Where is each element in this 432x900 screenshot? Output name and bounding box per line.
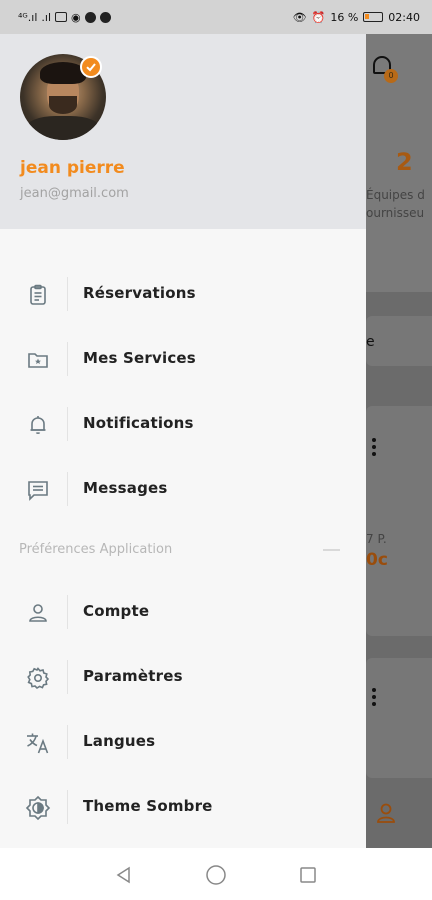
verified-check-icon [80,56,102,78]
user-email: jean@gmail.com [20,186,129,201]
background-card-small-text: 7 P. [366,532,387,546]
whatsapp-icon [84,11,96,23]
clipboard-icon [24,281,52,309]
collapse-icon[interactable] [323,549,340,551]
menu-divider [67,660,68,694]
background-card-price: 0c [366,550,388,570]
menu-item-label: Paramètres [83,667,183,685]
stat-number: 2 [396,148,413,176]
messenger-icon [99,11,111,23]
menu-item-account[interactable]: Compte [0,587,366,637]
menu-item-dark-theme[interactable]: Theme Sombre [0,782,366,832]
signal-2-icon: .ıl [41,10,51,24]
more-options-icon [372,438,377,458]
gear-icon [24,664,52,692]
system-navigation-bar [0,848,432,900]
bell-icon: 0 [371,56,398,83]
section-title-preferences: Préférences Application [19,542,173,557]
notification-badge: 0 [384,69,398,83]
navigation-drawer: jean pierre jean@gmail.com Réservations … [0,34,366,848]
menu-divider [67,407,68,441]
menu-divider [67,595,68,629]
menu-item-label: Compte [83,602,150,620]
translate-icon [24,729,52,757]
background-tab-text: e [366,334,375,350]
menu-divider [67,342,68,376]
status-left-icons: ⁴ᴳ.ıl .ıl ◉ [18,11,111,24]
background-card-1: 7 P. 0c [366,406,432,636]
menu-item-label: Mes Services [83,349,196,367]
battery-percent: 16 % [330,10,359,24]
folder-star-icon [24,346,52,374]
recent-apps-icon[interactable] [297,864,319,886]
user-icon [24,599,52,627]
menu-item-settings[interactable]: Paramètres [0,652,366,702]
nfc-icon [55,12,67,22]
stat-label-1: Équipes d [366,188,425,202]
stat-label-2: ournisseu [366,206,425,220]
user-tab-icon [375,802,397,824]
battery-icon [363,12,384,22]
alarm-icon: ⏰ [311,10,326,24]
user-name: jean pierre [20,158,125,178]
menu-divider [67,725,68,759]
status-right-icons: 👁 ⏰ 16 % 02:40 [293,11,420,24]
eye-icon: 👁 [292,10,307,24]
signal-icon: ⁴ᴳ.ıl [18,10,38,24]
more-options-icon-2 [372,688,377,708]
home-icon[interactable] [205,864,227,886]
background-card-2 [366,658,432,778]
menu-divider [67,790,68,824]
menu-item-label: Réservations [83,284,196,302]
menu-divider [67,472,68,506]
wifi-icon: ◉ [71,10,81,24]
message-icon [24,476,52,504]
clock: 02:40 [388,10,420,24]
menu-item-messages[interactable]: Messages [0,464,366,514]
menu-item-notifications[interactable]: Notifications [0,399,366,449]
brightness-icon [24,794,52,822]
menu-item-label: Notifications [83,414,194,432]
menu-item-reservations[interactable]: Réservations [0,269,366,319]
menu-item-services[interactable]: Mes Services [0,334,366,384]
menu-item-label: Langues [83,732,156,750]
drawer-header: jean pierre jean@gmail.com [0,34,366,229]
bell-icon [24,411,52,439]
menu-item-label: Messages [83,479,168,497]
menu-item-languages[interactable]: Langues [0,717,366,767]
menu-item-label: Theme Sombre [83,797,213,815]
background-tab: e [366,316,432,366]
background-app-scrim[interactable]: 0 2 Équipes d ournisseu e 7 P. 0c [366,34,432,848]
status-bar: ⁴ᴳ.ıl .ıl ◉ 👁 ⏰ 16 % 02:40 [0,0,432,34]
menu-divider [67,277,68,311]
back-icon[interactable] [113,864,135,886]
